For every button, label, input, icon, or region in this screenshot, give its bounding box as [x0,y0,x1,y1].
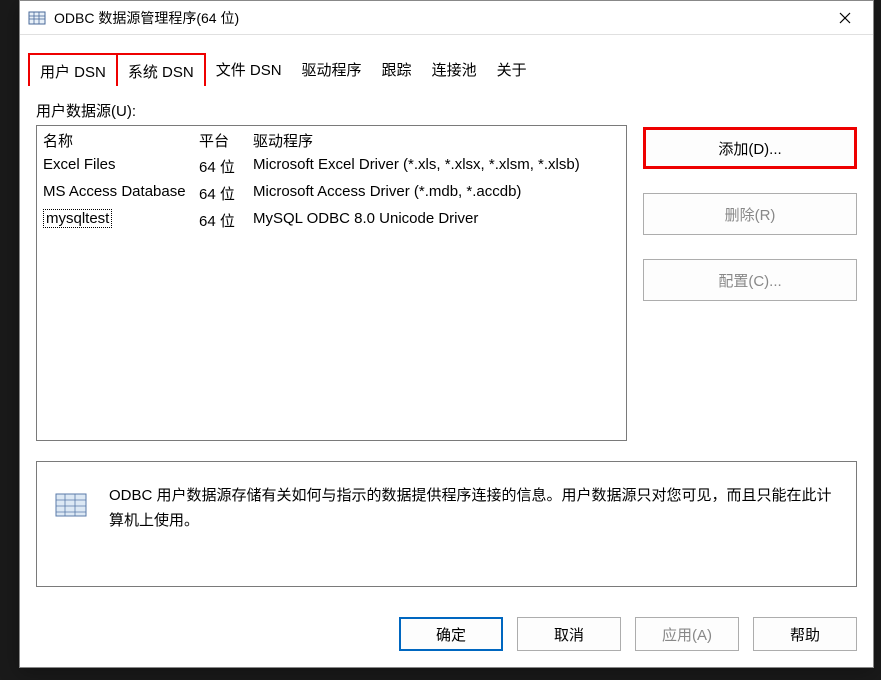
tabs: 用户 DSN 系统 DSN 文件 DSN 驱动程序 跟踪 连接池 关于 [20,35,873,86]
col-header-platform[interactable]: 平台 [199,130,253,151]
cell-name: mysqltest [37,210,199,231]
col-header-name[interactable]: 名称 [37,130,199,151]
window-title: ODBC 数据源管理程序(64 位) [54,8,825,28]
list-row[interactable]: Excel Files 64 位 Microsoft Excel Driver … [37,153,626,180]
list-header: 名称 平台 驱动程序 [37,126,626,153]
info-box: ODBC 用户数据源存储有关如何与指示的数据提供程序连接的信息。用户数据源只对您… [36,461,857,587]
cell-driver: MySQL ODBC 8.0 Unicode Driver [253,210,626,231]
col-header-driver[interactable]: 驱动程序 [253,130,626,151]
remove-button[interactable]: 删除(R) [643,193,857,235]
cell-name-text: mysqltest [43,209,112,228]
cell-name: Excel Files [37,156,199,177]
ok-button[interactable]: 确定 [399,617,503,651]
datasource-list[interactable]: 名称 平台 驱动程序 Excel Files 64 位 Microsoft Ex… [36,125,627,441]
odbc-admin-window: ODBC 数据源管理程序(64 位) 用户 DSN 系统 DSN 文件 DSN … [19,0,874,668]
info-icon [53,486,89,522]
main-row: 名称 平台 驱动程序 Excel Files 64 位 Microsoft Ex… [36,125,857,441]
configure-button[interactable]: 配置(C)... [643,259,857,301]
side-buttons: 添加(D)... 删除(R) 配置(C)... [643,125,857,441]
list-row[interactable]: MS Access Database 64 位 Microsoft Access… [37,180,626,207]
app-icon [28,9,46,27]
titlebar: ODBC 数据源管理程序(64 位) [20,1,873,35]
help-button[interactable]: 帮助 [753,617,857,651]
add-button[interactable]: 添加(D)... [643,127,857,169]
list-row[interactable]: mysqltest 64 位 MySQL ODBC 8.0 Unicode Dr… [37,207,626,234]
list-label: 用户数据源(U): [36,100,857,121]
cell-platform: 64 位 [199,156,253,177]
footer-buttons: 确定 取消 应用(A) 帮助 [20,597,873,667]
cell-platform: 64 位 [199,210,253,231]
close-button[interactable] [825,3,865,33]
cancel-button[interactable]: 取消 [517,617,621,651]
tab-pooling[interactable]: 连接池 [422,53,487,86]
tab-system-dsn[interactable]: 系统 DSN [118,53,206,86]
cell-name: MS Access Database [37,183,199,204]
tab-tracing[interactable]: 跟踪 [372,53,422,86]
content-area: 用户数据源(U): 名称 平台 驱动程序 Excel Files 64 位 Mi… [20,86,873,597]
cell-driver: Microsoft Excel Driver (*.xls, *.xlsx, *… [253,156,626,177]
tab-file-dsn[interactable]: 文件 DSN [206,53,292,86]
tab-drivers[interactable]: 驱动程序 [292,53,372,86]
cell-driver: Microsoft Access Driver (*.mdb, *.accdb) [253,183,626,204]
tab-user-dsn[interactable]: 用户 DSN [28,53,118,86]
apply-button[interactable]: 应用(A) [635,617,739,651]
info-text: ODBC 用户数据源存储有关如何与指示的数据提供程序连接的信息。用户数据源只对您… [109,484,840,534]
tab-about[interactable]: 关于 [487,53,537,86]
cell-platform: 64 位 [199,183,253,204]
